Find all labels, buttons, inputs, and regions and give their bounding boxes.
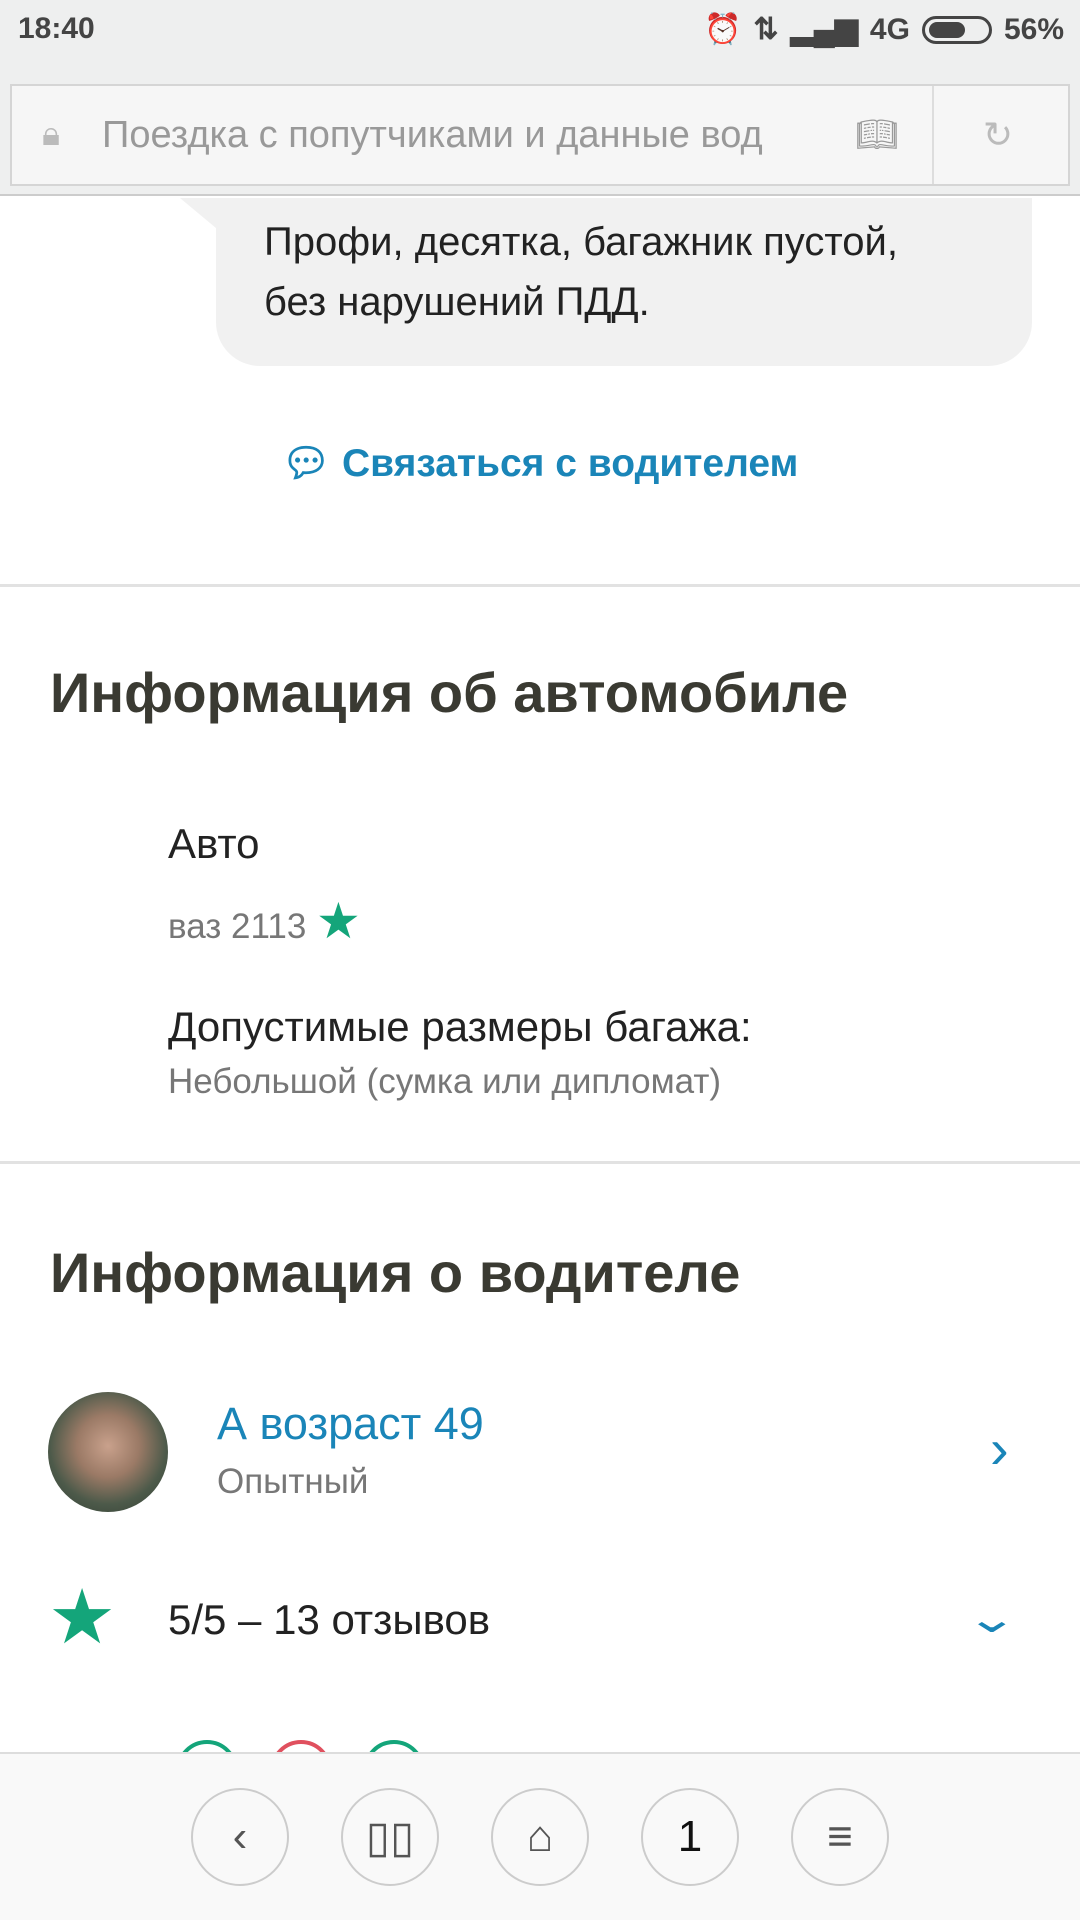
browser-toolbar: 🔒︎ Поездка с попутчиками и данные вод 📖︎… (0, 84, 1080, 196)
book-icon[interactable]: 📖︎ (822, 115, 932, 155)
signal-icon: ▂▄▆ (790, 13, 858, 46)
clock: 18:40 (18, 12, 95, 45)
car-model: ваз 2113 ★ (168, 892, 361, 950)
star-icon: ★ (316, 893, 361, 949)
menu-button[interactable]: ≡ (791, 1788, 889, 1886)
chevron-down-icon[interactable]: ⌄ (965, 1596, 1019, 1642)
reload-icon[interactable]: ↻ (932, 86, 1062, 184)
network-type: 4G (869, 12, 910, 46)
browser-bottom-bar: ‹ ▯▯ ⌂ 1 ≡ (0, 1752, 1080, 1920)
tabs-button[interactable]: 1 (641, 1788, 739, 1886)
address-bar[interactable]: 🔒︎ Поездка с попутчиками и данные вод 📖︎… (10, 84, 1070, 186)
battery-icon (921, 15, 992, 44)
divider (0, 1161, 1080, 1164)
status-icons: ⏰ ⇅ ▂▄▆ 4G 56% (704, 12, 1064, 47)
contact-driver-link[interactable]: 💬︎ Связаться с водителем (0, 440, 1080, 486)
luggage-value: Небольшой (сумка или дипломат) (168, 1062, 722, 1101)
lock-icon: 🔒︎ (42, 115, 61, 153)
rating-star-icon: ★ (48, 1575, 117, 1660)
book-icon: ▯▯ (365, 1812, 415, 1862)
bookmarks-button[interactable]: ▯▯ (341, 1788, 439, 1886)
driver-name[interactable]: А возраст 49 (217, 1398, 484, 1450)
car-label: Авто (168, 820, 260, 867)
hamburger-icon: ≡ (827, 1812, 853, 1861)
car-info-heading: Информация об автомобиле (50, 661, 849, 724)
bubble-tail (180, 198, 216, 228)
car-model-value: ваз 2113 (168, 907, 307, 946)
driver-experience: Опытный (217, 1462, 369, 1501)
home-icon: ⌂ (526, 1812, 554, 1861)
chat-bubbles-icon: 💬︎ (281, 442, 332, 485)
alarm-icon: ⏰ (704, 13, 742, 46)
driver-comment-bubble: Профи, десятка, багажник пустой, без нар… (216, 198, 1032, 366)
contact-driver-label: Связаться с водителем (341, 442, 799, 485)
divider (0, 584, 1080, 587)
battery-percent: 56% (1003, 12, 1064, 46)
comment-line: Профи, десятка, багажник пустой, (264, 220, 898, 264)
comment-line: без нарушений ПДД. (264, 280, 650, 324)
driver-info-heading: Информация о водителе (50, 1241, 741, 1304)
data-transfer-icon: ⇅ (753, 13, 779, 46)
home-button[interactable]: ⌂ (491, 1788, 589, 1886)
chevron-left-icon: ‹ (232, 1812, 248, 1861)
driver-avatar[interactable] (48, 1392, 168, 1512)
driver-rating[interactable]: 5/5 – 13 отзывов (168, 1596, 490, 1644)
tabs-count: 1 (677, 1812, 703, 1861)
chevron-right-icon[interactable]: › (990, 1416, 1009, 1481)
status-bar: 18:40 ⏰ ⇅ ▂▄▆ 4G 56% (0, 0, 1080, 84)
back-button[interactable]: ‹ (191, 1788, 289, 1886)
page-title[interactable]: Поездка с попутчиками и данные вод (102, 114, 822, 157)
luggage-label: Допустимые размеры багажа: (168, 1003, 752, 1050)
